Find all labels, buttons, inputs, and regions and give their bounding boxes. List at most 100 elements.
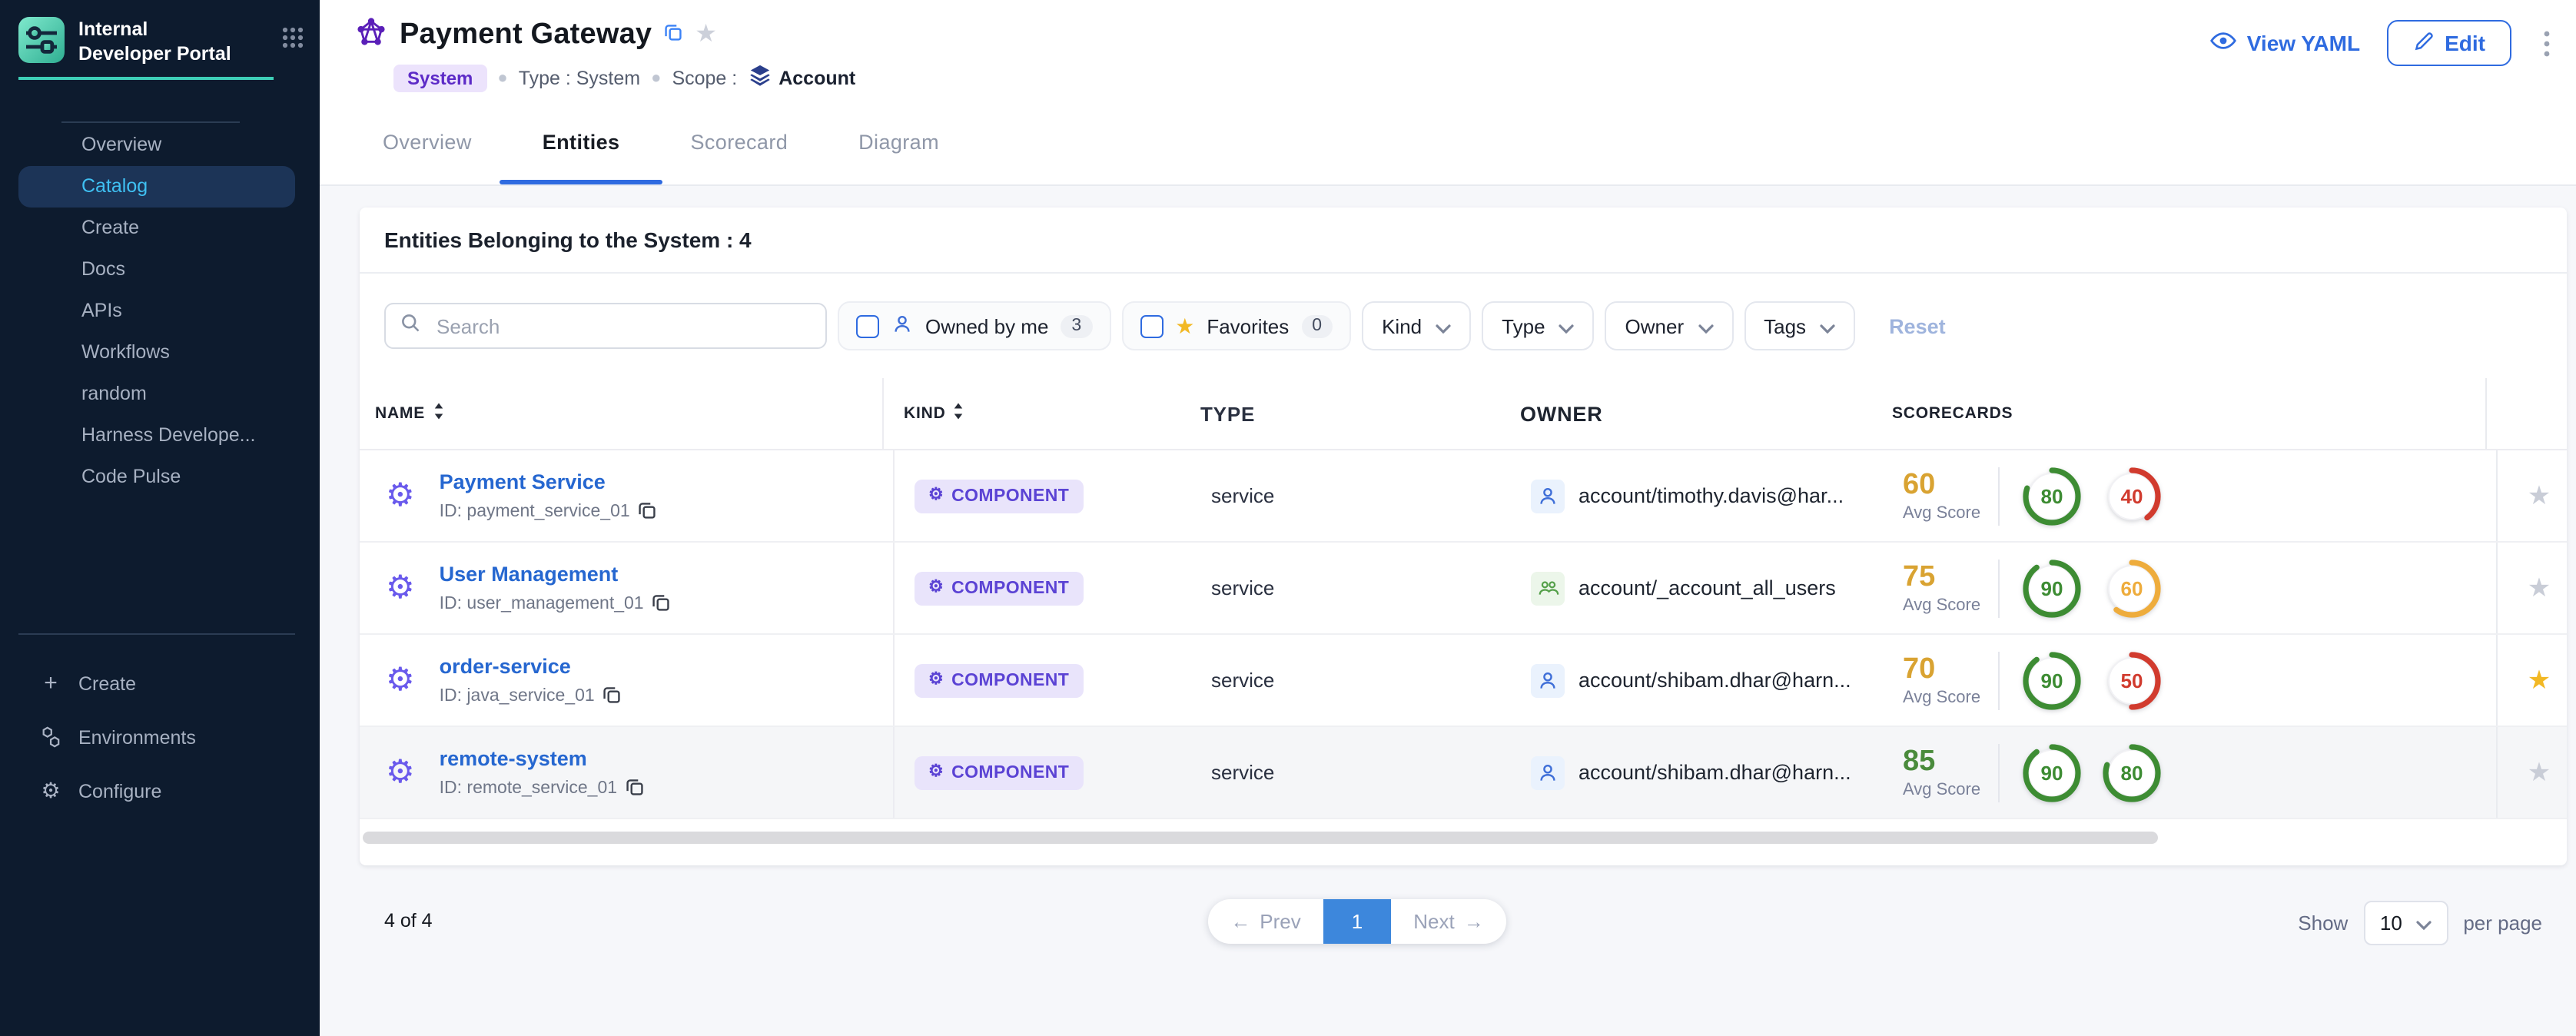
favorites-count: 0 [1301,314,1333,337]
tab-entities[interactable]: Entities [543,98,620,184]
table-row[interactable]: ⚙ Payment Service ID: payment_service_01… [360,450,2567,543]
chevron-down-icon [1559,314,1575,337]
filter-dropdown-kind[interactable]: Kind [1362,301,1471,350]
favorite-title-star-icon[interactable]: ★ [695,23,717,48]
scope-value: Account [778,67,855,88]
kind-badge: ⚙COMPONENT [915,571,1083,605]
favorites-checkbox[interactable] [1140,314,1163,337]
reset-filters-button[interactable]: Reset [1889,314,1946,337]
sidebar-item-apis[interactable]: APIs [18,291,295,332]
sidebar-item-docs[interactable]: Docs [18,249,295,291]
sidebar-item-random[interactable]: random [18,374,295,415]
entity-name-link[interactable]: remote-system [440,746,587,769]
sidebar-item-code-pulse[interactable]: Code Pulse [18,457,295,498]
owned-by-me-filter[interactable]: Owned by me 3 [838,301,1110,350]
sidebar-item-harness-develope[interactable]: Harness Develope... [18,415,295,457]
sidebar: Internal Developer Portal OverviewCatalo… [0,0,320,1036]
more-options-icon[interactable] [2538,27,2556,59]
tab-overview[interactable]: Overview [383,98,472,184]
svg-text:40: 40 [2121,484,2143,507]
entity-name-link[interactable]: order-service [440,654,571,677]
current-page-button[interactable]: 1 [1323,899,1391,944]
account-scope-icon [748,63,771,92]
lifecycle-value: experimental [2471,669,2496,692]
copy-title-icon[interactable] [664,22,682,49]
search-input[interactable] [433,313,812,339]
avg-score-label: Avg Score [1903,780,1998,799]
favorites-column-header [2485,378,2567,449]
score-ring: 50 [2101,649,2163,711]
entity-gear-icon: ⚙ [386,572,415,604]
filter-dropdown-tags[interactable]: Tags [1744,301,1855,350]
sidebar-footer-create[interactable]: +Create [0,656,320,710]
copy-icon[interactable] [638,500,656,523]
column-header-name[interactable]: NAME [360,378,884,449]
sidebar-item-catalog[interactable]: Catalog [18,166,295,208]
apps-grid-icon[interactable] [281,26,304,57]
entity-name-link[interactable]: Payment Service [440,470,606,493]
table-row[interactable]: ⚙ order-service ID: java_service_01 ⚙COM… [360,635,2567,727]
table-body: ⚙ Payment Service ID: payment_service_01… [360,450,2567,819]
edit-button[interactable]: Edit [2386,20,2511,66]
sort-icon[interactable] [433,403,443,424]
kind-badge: ⚙COMPONENT [915,755,1083,789]
svg-text:80: 80 [2121,761,2143,784]
app-window: Internal Developer Portal OverviewCatalo… [0,0,2576,1036]
entity-name-link[interactable]: User Management [440,562,619,585]
sidebar-footer-environments[interactable]: Environments [0,710,320,764]
sidebar-item-create[interactable]: Create [18,208,295,249]
owned-by-me-checkbox[interactable] [856,314,879,337]
breadcrumb: System ● Type : System ● Scope : Account [393,63,2576,92]
kind-badge: ⚙COMPONENT [915,663,1083,697]
copy-icon[interactable] [625,777,643,800]
sidebar-footer-configure[interactable]: ⚙Configure [0,764,320,818]
sort-icon[interactable] [954,403,964,424]
svg-text:80: 80 [2041,484,2063,507]
page-size-select[interactable]: 10 [2363,901,2448,945]
main-area: Payment Gateway ★ System ● Type : System… [320,0,2576,1036]
app-title: Internal Developer Portal [78,17,232,67]
table-row[interactable]: ⚙ remote-system ID: remote_service_01 ⚙C… [360,727,2567,819]
sidebar-item-overview[interactable]: Overview [18,125,295,166]
horizontal-scrollbar[interactable] [363,832,2158,844]
favorite-star[interactable]: ★ [2528,483,2551,509]
filter-dropdown-owner[interactable]: Owner [1605,301,1734,350]
score-divider [1998,559,2000,617]
prev-page-button[interactable]: ←Prev [1208,899,1323,944]
table-row[interactable]: ⚙ User Management ID: user_management_01… [360,543,2567,635]
sidebar-divider-top [61,121,240,123]
filter-dropdown-type[interactable]: Type [1482,301,1594,350]
favorites-filter[interactable]: ★ Favorites 0 [1121,301,1351,350]
favorite-star[interactable]: ★ [2528,575,2551,601]
entity-header: Payment Gateway ★ System ● Type : System… [320,0,2576,98]
component-gear-icon: ⚙ [928,672,944,689]
view-yaml-button[interactable]: View YAML [2210,31,2360,55]
system-entity-icon [355,15,387,55]
tab-scorecard[interactable]: Scorecard [691,98,788,184]
copy-icon[interactable] [652,593,670,616]
score-divider [1998,743,2000,802]
kind-badge: ⚙COMPONENT [915,479,1083,513]
search-input-box[interactable] [384,303,827,349]
column-header-type: TYPE [1180,378,1508,449]
entity-gear-icon: ⚙ [386,756,415,789]
next-page-button[interactable]: Next→ [1391,899,1506,944]
score-ring: 90 [2021,557,2083,619]
star-icon: ★ [1175,315,1194,337]
score-divider [1998,651,2000,709]
favorite-star[interactable]: ★ [2528,667,2551,693]
entity-id: ID: remote_service_01 [440,779,617,798]
tab-diagram[interactable]: Diagram [858,98,939,184]
column-header-kind[interactable]: KIND [884,378,1180,449]
sidebar-divider-bottom [18,633,295,635]
favorite-star[interactable]: ★ [2528,759,2551,785]
svg-text:90: 90 [2041,576,2063,599]
chevron-down-icon [2416,911,2432,935]
pencil-icon [2412,30,2434,56]
entity-gear-icon: ⚙ [386,664,415,696]
score-ring: 80 [2021,465,2083,526]
sidebar-item-workflows[interactable]: Workflows [18,332,295,374]
copy-icon[interactable] [603,685,621,708]
eye-icon [2210,31,2236,55]
owned-by-me-count: 3 [1061,314,1092,337]
